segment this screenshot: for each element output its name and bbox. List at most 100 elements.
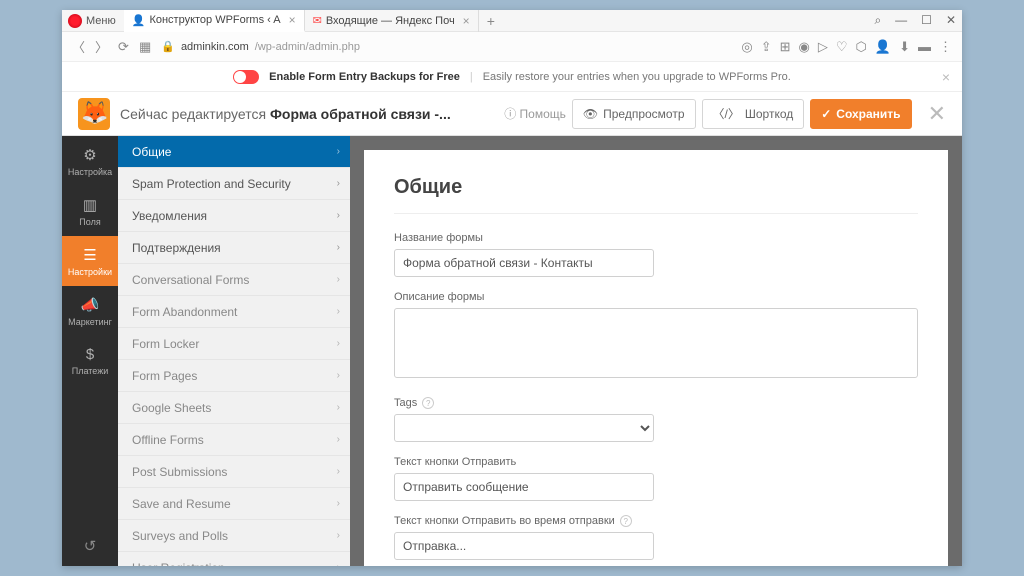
dollar-icon: $ (86, 346, 94, 363)
form-name-input[interactable] (394, 249, 654, 277)
form-desc-label: Описание формы (394, 291, 918, 303)
chevron-right-icon: › (337, 370, 340, 381)
sliders-icon: ☰ (83, 246, 96, 264)
minimize-icon[interactable]: — (895, 13, 907, 28)
chevron-right-icon: › (337, 146, 340, 157)
close-icon[interactable]: × (942, 69, 950, 85)
close-builder-icon[interactable]: ✕ (928, 101, 946, 127)
opera-logo-icon (68, 14, 82, 28)
browser-window: Меню 👤 Конструктор WPForms ‹ A × ✉ Входя… (62, 10, 962, 566)
gear-icon: ⚙ (83, 146, 96, 164)
rail-fields[interactable]: ▥Поля (62, 186, 118, 236)
chevron-right-icon: › (337, 242, 340, 253)
chevron-right-icon: › (337, 562, 340, 566)
close-window-icon[interactable]: ✕ (946, 13, 956, 28)
chevron-right-icon: › (337, 530, 340, 541)
settings-panel: Общие Название формы Описание формы Tags… (364, 150, 948, 566)
help-icon[interactable]: ? (620, 515, 632, 527)
notice-title: Enable Form Entry Backups for Free (269, 71, 460, 83)
avatar-icon[interactable]: 👤 (875, 39, 891, 55)
content-area: Общие Название формы Описание формы Tags… (350, 136, 962, 566)
save-button[interactable]: ✓ Сохранить (810, 99, 911, 129)
ext-icon[interactable]: ▬ (918, 39, 931, 55)
chevron-right-icon: › (337, 498, 340, 509)
close-icon[interactable]: × (289, 13, 296, 27)
mail-icon: ✉ (313, 14, 322, 27)
ext-icon[interactable]: ▷ (818, 39, 828, 55)
tags-select[interactable] (394, 414, 654, 442)
notice-text: Easily restore your entries when you upg… (483, 71, 791, 83)
menu-icon[interactable]: ⋮ (939, 39, 952, 55)
apps-icon[interactable]: ▦ (139, 39, 151, 55)
form-name-label: Название формы (394, 232, 918, 244)
ext-icon[interactable]: ⬡ (856, 39, 867, 55)
search-icon[interactable]: ⌕ (874, 13, 881, 28)
sidebar-item-abandonment[interactable]: Form Abandonment› (118, 296, 350, 328)
rail-settings[interactable]: ☰Настройки (62, 236, 118, 286)
download-icon[interactable]: ⬇ (899, 39, 910, 55)
sidebar-item-conversational[interactable]: Conversational Forms› (118, 264, 350, 296)
browser-tab-1[interactable]: ✉ Входящие — Яндекс Поч × (305, 10, 479, 32)
ext-icon[interactable]: ♡ (836, 39, 848, 55)
sidebar-item-surveys[interactable]: Surveys and Polls› (118, 520, 350, 552)
builder-header: Сейчас редактируется Форма обратной связ… (62, 92, 962, 136)
chevron-right-icon: › (337, 434, 340, 445)
sidebar-item-save-resume[interactable]: Save and Resume› (118, 488, 350, 520)
panel-heading: Общие (394, 176, 918, 214)
sidebar-item-general[interactable]: Общие› (118, 136, 350, 168)
submit-text-label: Текст кнопки Отправить (394, 456, 918, 468)
form-desc-input[interactable] (394, 308, 918, 378)
back-icon[interactable]: 〈 (72, 37, 85, 56)
page-title: Сейчас редактируется Форма обратной связ… (120, 106, 451, 122)
settings-sidebar: Общие› Spam Protection and Security› Уве… (118, 136, 350, 566)
shortcode-button[interactable]: 〈/〉 Шорткод (702, 99, 805, 129)
rail-setup[interactable]: ⚙Настройка (62, 136, 118, 186)
forward-icon[interactable]: 〉 (95, 37, 108, 56)
url-input[interactable]: 🔒 adminkin.com/wp-admin/admin.php (161, 40, 731, 53)
sidebar-item-pages[interactable]: Form Pages› (118, 360, 350, 392)
browser-tab-0[interactable]: 👤 Конструктор WPForms ‹ A × (124, 10, 305, 32)
chevron-right-icon: › (337, 402, 340, 413)
ext-icon[interactable]: ◎ (741, 39, 752, 55)
maximize-icon[interactable]: ☐ (921, 13, 932, 28)
sidebar-item-sheets[interactable]: Google Sheets› (118, 392, 350, 424)
rail-marketing[interactable]: 📣Маркетинг (62, 286, 118, 336)
submit-text-input[interactable] (394, 473, 654, 501)
help-icon[interactable]: ? (422, 397, 434, 409)
left-rail: ⚙Настройка ▥Поля ☰Настройки 📣Маркетинг $… (62, 136, 118, 566)
ext-icon[interactable]: ⇪ (761, 39, 772, 55)
submit-processing-label: Текст кнопки Отправить во время отправки… (394, 515, 918, 527)
help-link[interactable]: ⓘ Помощь (504, 105, 566, 122)
chevron-right-icon: › (337, 210, 340, 221)
person-icon: 👤 (132, 14, 146, 27)
url-domain: adminkin.com (181, 41, 249, 53)
rail-payments[interactable]: $Платежи (62, 336, 118, 386)
preview-button[interactable]: 👁 Предпросмотр (572, 99, 696, 129)
tags-label: Tags? (394, 397, 918, 409)
sidebar-item-offline[interactable]: Offline Forms› (118, 424, 350, 456)
sidebar-item-confirmations[interactable]: Подтверждения› (118, 232, 350, 264)
sidebar-item-notifications[interactable]: Уведомления› (118, 200, 350, 232)
sidebar-item-post[interactable]: Post Submissions› (118, 456, 350, 488)
tab-title: Конструктор WPForms ‹ A (149, 14, 280, 26)
megaphone-icon: 📣 (81, 296, 100, 314)
history-icon[interactable]: ↺ (62, 526, 118, 566)
new-tab-button[interactable]: + (479, 13, 503, 29)
toggle-switch[interactable] (233, 70, 259, 84)
url-path: /wp-admin/admin.php (255, 41, 360, 53)
ext-icon[interactable]: ⊞ (780, 39, 791, 55)
sidebar-item-spam[interactable]: Spam Protection and Security› (118, 168, 350, 200)
close-icon[interactable]: × (463, 14, 470, 28)
builder-body: ⚙Настройка ▥Поля ☰Настройки 📣Маркетинг $… (62, 136, 962, 566)
sidebar-item-registration[interactable]: User Registration› (118, 552, 350, 566)
tab-title: Входящие — Яндекс Поч (326, 15, 455, 27)
chevron-right-icon: › (337, 338, 340, 349)
reload-icon[interactable]: ⟳ (118, 39, 129, 55)
wpforms-logo-icon (78, 98, 110, 130)
browser-menu[interactable]: Меню (86, 15, 116, 27)
sidebar-item-locker[interactable]: Form Locker› (118, 328, 350, 360)
lock-icon: 🔒 (161, 40, 175, 53)
browser-tab-bar: Меню 👤 Конструктор WPForms ‹ A × ✉ Входя… (62, 10, 962, 32)
ext-icon[interactable]: ◉ (799, 39, 810, 55)
submit-processing-input[interactable] (394, 532, 654, 560)
